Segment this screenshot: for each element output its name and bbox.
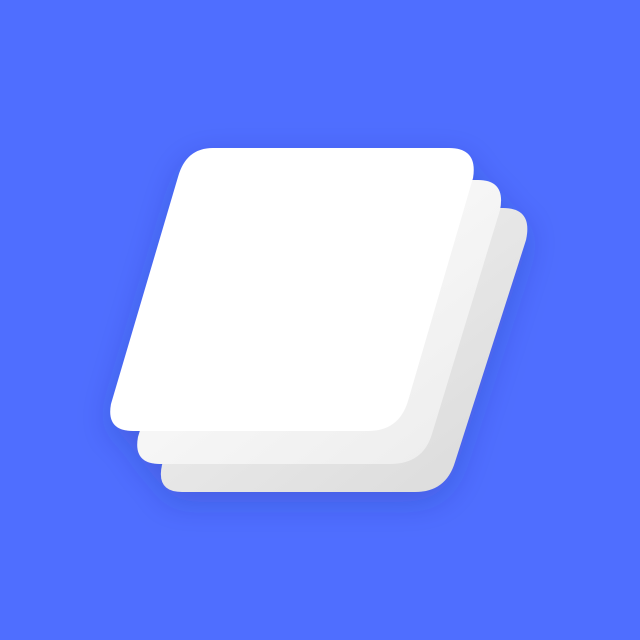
app-icon — [0, 0, 640, 640]
stacked-layers-icon — [0, 0, 640, 640]
